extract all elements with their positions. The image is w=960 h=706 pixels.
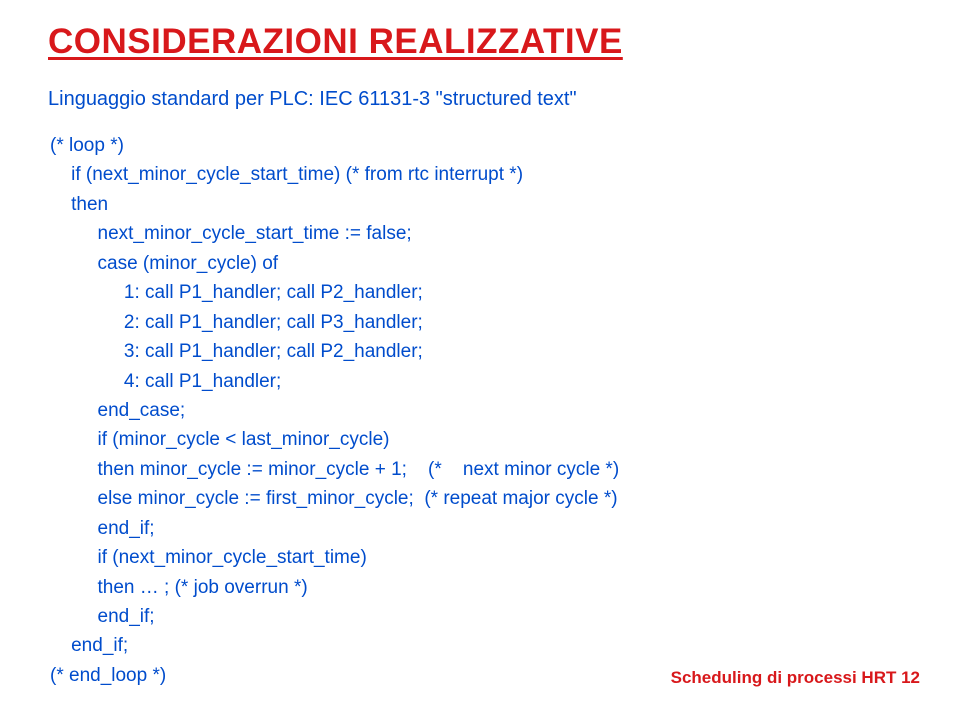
code-line: end_if; bbox=[50, 606, 155, 627]
code-line: 1: call P1_handler; call P2_handler; bbox=[50, 282, 423, 303]
slide-title: CONSIDERAZIONI REALIZZATIVE bbox=[48, 22, 912, 62]
code-line: (* end_loop *) bbox=[50, 665, 166, 686]
code-line: if (next_minor_cycle_start_time) (* from… bbox=[50, 164, 523, 185]
code-line: (* loop *) bbox=[50, 135, 124, 156]
code-line: end_case; bbox=[50, 400, 185, 421]
code-line: if (minor_cycle < last_minor_cycle) bbox=[50, 429, 389, 450]
code-line: 2: call P1_handler; call P3_handler; bbox=[50, 312, 423, 333]
code-line: end_if; bbox=[50, 635, 128, 656]
slide-container: CONSIDERAZIONI REALIZZATIVE Linguaggio s… bbox=[0, 0, 960, 690]
slide-footer: Scheduling di processi HRT 12 bbox=[671, 668, 920, 688]
slide-subtitle: Linguaggio standard per PLC: IEC 61131-3… bbox=[48, 88, 912, 111]
code-line: if (next_minor_cycle_start_time) bbox=[50, 547, 367, 568]
code-line: end_if; bbox=[50, 518, 155, 539]
code-line: 3: call P1_handler; call P2_handler; bbox=[50, 341, 423, 362]
code-line: next_minor_cycle_start_time := false; bbox=[50, 223, 412, 244]
code-line: then bbox=[50, 194, 108, 215]
code-line: 4: call P1_handler; bbox=[50, 371, 281, 392]
code-line: case (minor_cycle) of bbox=[50, 253, 278, 274]
code-line: else minor_cycle := first_minor_cycle; (… bbox=[50, 488, 618, 509]
code-line: then … ; (* job overrun *) bbox=[50, 577, 308, 598]
code-line: then minor_cycle := minor_cycle + 1; (* … bbox=[50, 459, 619, 480]
code-block: (* loop *) if (next_minor_cycle_start_ti… bbox=[50, 131, 912, 690]
